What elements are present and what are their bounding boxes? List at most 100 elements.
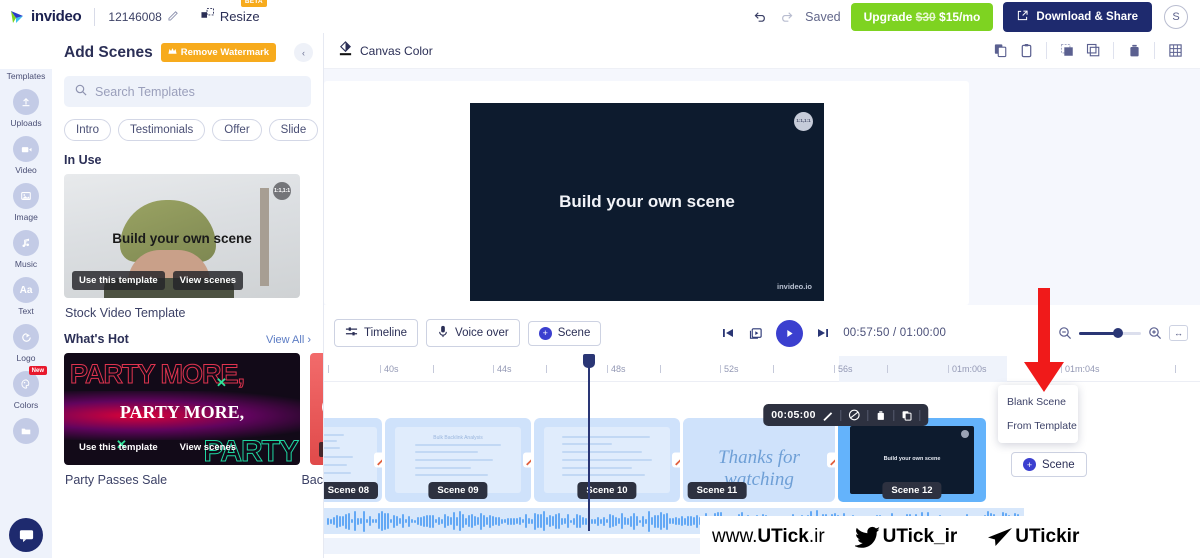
canvas-color-button[interactable]: Canvas Color [338, 40, 433, 61]
add-scene-button-left[interactable]: + Scene [527, 320, 602, 346]
scene-text[interactable]: Build your own scene [470, 192, 824, 212]
undo-icon[interactable] [747, 4, 773, 30]
chip-offer[interactable]: Offer [212, 119, 262, 141]
chevron-left-icon[interactable]: ‹ [294, 43, 313, 62]
timeline-scene-09[interactable]: Bulk Backlink Analysis Scene 09 [385, 418, 531, 502]
sidebar-item-music[interactable]: Music [0, 225, 52, 272]
bring-forward-icon[interactable] [1054, 38, 1080, 64]
skip-to-start-icon[interactable] [721, 326, 735, 340]
zoom-slider-handle[interactable] [1112, 328, 1123, 338]
transition-pencil-icon[interactable] [523, 452, 531, 468]
video-preview[interactable]: 1:1,1:1 Build your own scene invideo.io [470, 103, 824, 301]
ruler-tick-1m00s: 01m:00s [948, 364, 987, 374]
rename-project-pencil-icon[interactable] [168, 10, 179, 24]
template-card-party[interactable]: PARTY MORE, PARTY MORE, PARTY ✕ ✕ Use th… [64, 353, 300, 465]
view-scenes-button-party[interactable]: View scenes [173, 438, 243, 457]
sidebar-item-uploads[interactable]: Uploads [0, 84, 52, 131]
avatar[interactable]: S [1164, 4, 1188, 29]
timeline-scene-11[interactable]: Thanks for watching Scene 11 [683, 418, 835, 502]
chip-slide[interactable]: Slide [268, 119, 319, 141]
transition-pencil-icon[interactable] [827, 452, 835, 468]
duplicate-frame-icon[interactable] [748, 326, 763, 341]
scene-thumb-badge [961, 430, 970, 439]
chip-intro[interactable]: Intro [64, 119, 112, 141]
remove-watermark-button[interactable]: Remove Watermark [160, 43, 277, 62]
remove-watermark-label: Remove Watermark [180, 47, 270, 58]
template-card-in-use[interactable]: 1:1,1:1 Build your own scene Use this te… [64, 174, 311, 320]
search-input[interactable] [95, 84, 300, 99]
pencil-icon[interactable] [823, 410, 834, 421]
chip-testimonials[interactable]: Testimonials [118, 119, 206, 141]
timeline-scene-10[interactable]: Scene 10 [534, 418, 680, 502]
copy-icon[interactable] [902, 410, 913, 421]
watermark-overlay: www. UTick .ir UTick_ir UTickir [700, 516, 1200, 558]
view-all-link[interactable]: View All › [266, 334, 311, 346]
brand-name: invideo [31, 8, 82, 25]
use-this-template-button-party[interactable]: Use this template [72, 438, 165, 457]
timeline-ruler[interactable]: · 40s · 44s · 48s · 52s · 56s · 01m:00s … [324, 356, 1200, 382]
skip-to-end-icon[interactable] [816, 326, 830, 340]
sidebar-item-image[interactable]: Image [0, 178, 52, 225]
invideo-editor: invideo 12146008 Resize BETA Saved Upgra… [0, 0, 1200, 558]
scene-label: Scene 11 [687, 482, 747, 499]
template-thumbnail[interactable]: 1:1,1:1 Build your own scene Use this te… [64, 174, 300, 298]
ruler-tick-minor: · [887, 364, 894, 374]
invideo-watermark: invideo.io [776, 282, 812, 291]
template-card-next[interactable]: › U [310, 353, 323, 465]
voice-over-label: Voice over [455, 327, 509, 339]
timeline-scene-12[interactable]: Build your own scene Scene 12 [838, 418, 986, 502]
aspect-ratio-badge: 1:1,1:1 [794, 112, 813, 131]
canvas-surface[interactable]: 1:1,1:1 Build your own scene invideo.io [324, 81, 969, 305]
zoom-in-icon[interactable] [1148, 326, 1162, 340]
trash-icon[interactable] [876, 410, 887, 421]
transition-pencil-icon[interactable] [672, 452, 680, 468]
add-scene-button[interactable]: + Scene [1011, 452, 1087, 477]
voice-over-button[interactable]: Voice over [426, 319, 520, 347]
microphone-icon [437, 325, 449, 341]
watermark-website: www. UTick .ir [712, 526, 825, 548]
send-backward-icon[interactable] [1080, 38, 1106, 64]
grid-icon[interactable] [1162, 38, 1188, 64]
ruler-tick-52s: 52s [720, 364, 739, 374]
trash-icon[interactable] [1121, 38, 1147, 64]
upgrade-button[interactable]: Upgrade $30 $15/mo [850, 2, 994, 31]
search-templates-box[interactable] [64, 76, 311, 107]
sidebar-item-colors[interactable]: New Colors [0, 366, 52, 413]
copy-icon[interactable] [987, 38, 1013, 64]
chat-bubble-icon[interactable] [9, 518, 43, 552]
play-icon[interactable] [776, 319, 804, 347]
in-use-section-header: In Use [52, 141, 323, 174]
timeline-button[interactable]: Timeline [334, 319, 419, 347]
page-title: Add Scenes [64, 43, 153, 61]
transition-icon[interactable] [849, 409, 861, 421]
sidebar-label-uploads: Uploads [10, 118, 42, 128]
sidebar-item-text[interactable]: Aa Text [0, 272, 52, 319]
transition-pencil-icon[interactable] [374, 452, 382, 468]
download-share-button[interactable]: Download & Share [1003, 1, 1152, 32]
fit-to-width-icon[interactable]: ↔ [1168, 325, 1188, 341]
ruler-tick-40s: 40s [380, 364, 399, 374]
ruler-tick-56s: 56s [834, 364, 853, 374]
template-name-party: Party Passes Sale [65, 473, 168, 487]
in-use-heading: In Use [64, 153, 102, 167]
divider [840, 409, 842, 421]
brand-logo[interactable]: invideo [10, 8, 82, 25]
ruler-tick-44s: 44s [493, 364, 512, 374]
sidebar-item-video[interactable]: Video [0, 131, 52, 178]
timeline-scene-08[interactable]: Scene 08 [324, 418, 382, 502]
timeline-control-bar: Timeline Voice over + Scene 00:57:50 / 0… [324, 313, 1200, 353]
menu-item-from-template[interactable]: From Template [998, 414, 1078, 438]
resize-button[interactable]: Resize BETA [201, 0, 267, 26]
view-scenes-button[interactable]: View scenes [172, 271, 244, 290]
sidebar-item-logo[interactable]: Logo [0, 319, 52, 366]
scene-label: Scene 10 [577, 482, 637, 499]
zoom-slider[interactable] [1078, 328, 1141, 338]
use-this-template-button[interactable]: Use this template [72, 271, 165, 290]
scene-duration: 00:05:00 [771, 409, 816, 421]
paste-icon[interactable] [1013, 38, 1039, 64]
sidebar-item-folder[interactable] [0, 413, 52, 447]
logo-icon [13, 324, 39, 350]
redo-icon[interactable] [773, 4, 799, 30]
ruler-tick-minor: · [660, 364, 667, 374]
playhead[interactable] [583, 354, 595, 531]
